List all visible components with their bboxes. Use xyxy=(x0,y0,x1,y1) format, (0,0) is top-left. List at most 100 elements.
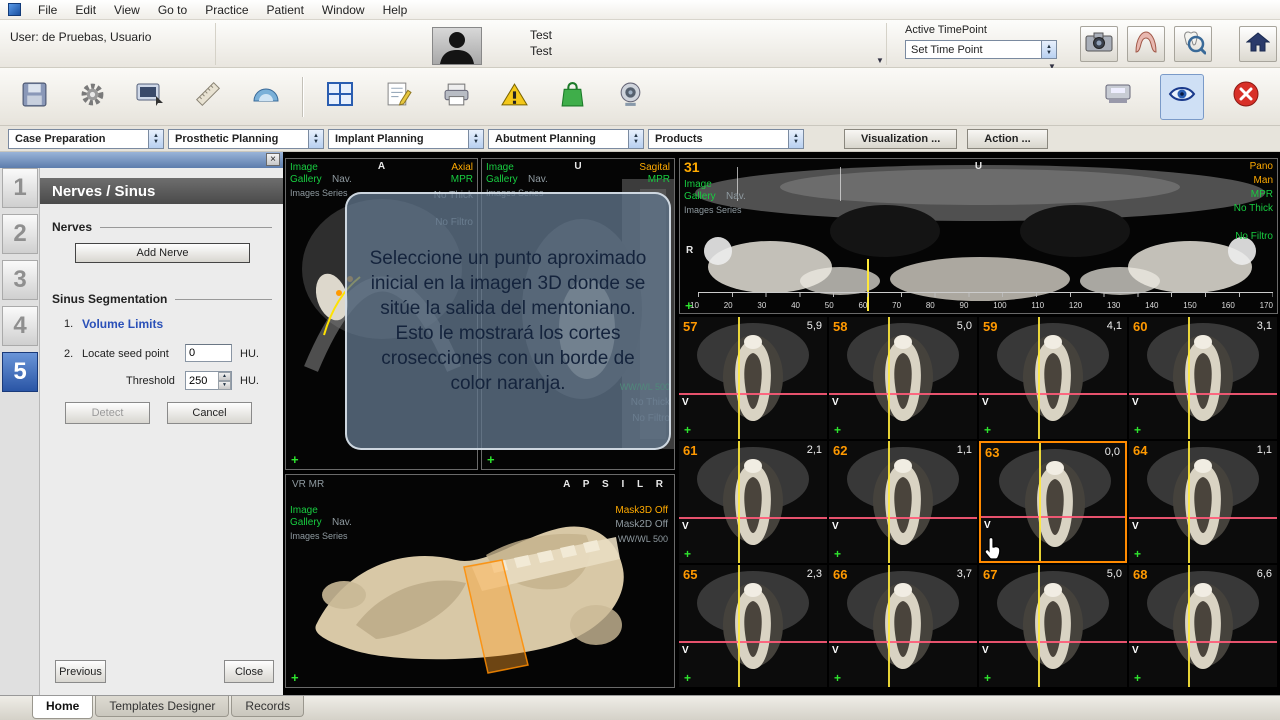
wizard-step-3[interactable]: 3 xyxy=(2,260,38,300)
action-button[interactable]: Action ... xyxy=(967,128,1048,149)
menu-item-help[interactable]: Help xyxy=(374,0,417,20)
screen-capture-button[interactable] xyxy=(128,74,172,120)
crosshair-horizontal xyxy=(679,516,827,519)
add-nerve-button[interactable]: Add Nerve xyxy=(75,243,250,263)
crosshair-horizontal xyxy=(679,640,827,643)
notes-button[interactable] xyxy=(376,74,420,120)
sinus-section-label: Sinus Segmentation xyxy=(52,292,168,306)
menu-item-practice[interactable]: Practice xyxy=(196,0,257,20)
threshold-stepper[interactable]: ▲▼ xyxy=(185,371,232,390)
visibility-eye-button[interactable] xyxy=(1160,73,1204,120)
window-level-label: WW/WL 500 xyxy=(617,534,668,544)
ruler-number: 110 xyxy=(1031,301,1045,310)
workflow-combo-case-preparation[interactable]: Case Preparation ▲ ▼ xyxy=(8,128,164,149)
visualization-button[interactable]: Visualization ... xyxy=(844,128,958,149)
close-button[interactable]: Close xyxy=(224,660,274,683)
patient-dropdown-arrow-icon[interactable]: ▼ xyxy=(876,56,884,65)
panel-close-icon[interactable]: × xyxy=(266,153,280,166)
spinner-icon[interactable]: ▲ ▼ xyxy=(788,129,803,148)
spinner-icon[interactable]: ▲ ▼ xyxy=(468,129,483,148)
stepper-arrows-icon[interactable]: ▲ ▼ xyxy=(218,372,231,390)
nav-label: Nav. xyxy=(726,191,746,202)
ct-slice-image xyxy=(697,323,809,421)
nav-label: Nav. xyxy=(528,174,548,185)
detect-button[interactable]: Detect xyxy=(65,402,150,424)
slice-cell-58[interactable]: 58 5,0 V + xyxy=(829,317,977,439)
app-icon xyxy=(8,3,21,16)
protractor-icon xyxy=(251,85,281,108)
tooth-magnifier-icon xyxy=(1180,29,1207,60)
render-mode-label: VR MR xyxy=(292,479,325,490)
shop-bag-button[interactable] xyxy=(550,74,594,120)
workflow-combo-implant-planning[interactable]: Implant Planning ▲ ▼ xyxy=(328,128,484,149)
warning-button[interactable] xyxy=(492,74,536,120)
wizard-step-1[interactable]: 1 xyxy=(2,168,38,208)
menu-item-window[interactable]: Window xyxy=(313,0,374,20)
card-printer-button[interactable] xyxy=(1096,74,1140,120)
photo-camera-button[interactable] xyxy=(1080,26,1118,62)
wizard-step-4[interactable]: 4 xyxy=(2,306,38,346)
workflow-combo-products[interactable]: Products ▲ ▼ xyxy=(648,128,804,149)
slice-cell-64[interactable]: 64 1,1 V + xyxy=(1129,441,1277,563)
spinner-icon[interactable]: ▲ ▼ xyxy=(628,129,643,148)
workflow-combo-abutment-planning[interactable]: Abutment Planning ▲ ▼ xyxy=(488,128,644,149)
volume-3d-viewer[interactable]: VR MR A P S I L R Image Gallery Nav. Ima… xyxy=(285,474,675,688)
slice-distance: 3,7 xyxy=(956,568,972,580)
wizard-step-5[interactable]: 5 xyxy=(2,352,38,392)
panoramic-viewer[interactable]: 31 Image Gallery Nav. Images Series U R … xyxy=(679,158,1278,314)
spinner-icon[interactable]: ▲ ▼ xyxy=(148,129,163,148)
view-mode-label: MPR xyxy=(450,174,473,185)
previous-button[interactable]: Previous xyxy=(55,660,106,683)
slice-cell-66[interactable]: 66 3,7 V + xyxy=(829,565,977,687)
orientation-left-label: R xyxy=(686,245,694,256)
slice-cell-60[interactable]: 60 3,1 V + xyxy=(1129,317,1277,439)
menu-item-file[interactable]: File xyxy=(29,0,66,20)
menu-item-edit[interactable]: Edit xyxy=(66,0,105,20)
menu-item-view[interactable]: View xyxy=(105,0,149,20)
workflow-combo-prosthetic-planning[interactable]: Prosthetic Planning ▲ ▼ xyxy=(168,128,324,149)
card-printer-icon xyxy=(1103,81,1133,112)
toolbar-left-group xyxy=(12,74,652,120)
slice-plus-marker: + xyxy=(834,547,842,561)
protractor-button[interactable] xyxy=(244,74,288,120)
save-button[interactable] xyxy=(12,74,56,120)
volume-limits-step[interactable]: Volume Limits xyxy=(82,317,163,331)
crosshair-horizontal xyxy=(1129,516,1277,519)
tab-records[interactable]: Records xyxy=(231,696,305,717)
print-button[interactable] xyxy=(434,74,478,120)
slice-cell-62[interactable]: 62 1,1 V + xyxy=(829,441,977,563)
slice-cell-65[interactable]: 65 2,3 V + xyxy=(679,565,827,687)
timepoint-select[interactable]: Set Time Point ▲ ▼ xyxy=(905,40,1057,59)
dental-arch-button[interactable] xyxy=(1127,26,1165,62)
panel-titlebar[interactable]: × xyxy=(0,152,283,168)
slice-cell-61[interactable]: 61 2,1 V + xyxy=(679,441,827,563)
tooth-magnifier-button[interactable] xyxy=(1174,26,1212,62)
seed-point-input[interactable] xyxy=(185,344,232,362)
wizard-step-2[interactable]: 2 xyxy=(2,214,38,254)
layout-grid-button[interactable] xyxy=(318,74,362,120)
slice-orientation-label: V xyxy=(832,396,839,408)
slice-cell-59[interactable]: 59 4,1 V + xyxy=(979,317,1127,439)
menu-items: File Edit View Go to Practice Patient Window He… xyxy=(29,0,416,20)
ruler-number: 30 xyxy=(757,301,767,310)
spinner-icon[interactable]: ▲ ▼ xyxy=(1041,41,1056,58)
camera-scope-button[interactable] xyxy=(608,74,652,120)
settings-gear-button[interactable] xyxy=(70,74,114,120)
slice-cell-67[interactable]: 67 5,0 V + xyxy=(979,565,1127,687)
spinner-icon[interactable]: ▲ ▼ xyxy=(308,129,323,148)
slice-cell-68[interactable]: 68 6,6 V + xyxy=(1129,565,1277,687)
tab-templates-designer[interactable]: Templates Designer xyxy=(95,696,230,717)
close-red-button[interactable] xyxy=(1224,74,1268,120)
man-label: Man xyxy=(1253,175,1273,186)
slice-cell-57[interactable]: 57 5,9 V + xyxy=(679,317,827,439)
slice-number: 63 xyxy=(985,445,1000,460)
tab-home[interactable]: Home xyxy=(32,696,94,719)
divider xyxy=(302,76,304,117)
gallery-label: Gallery xyxy=(290,174,322,185)
ruler-button[interactable] xyxy=(186,74,230,120)
cancel-button[interactable]: Cancel xyxy=(167,402,252,424)
menu-item-go-to[interactable]: Go to xyxy=(149,0,196,20)
home-button[interactable] xyxy=(1239,26,1277,62)
menu-item-patient[interactable]: Patient xyxy=(258,0,313,20)
threshold-input[interactable] xyxy=(186,372,218,389)
